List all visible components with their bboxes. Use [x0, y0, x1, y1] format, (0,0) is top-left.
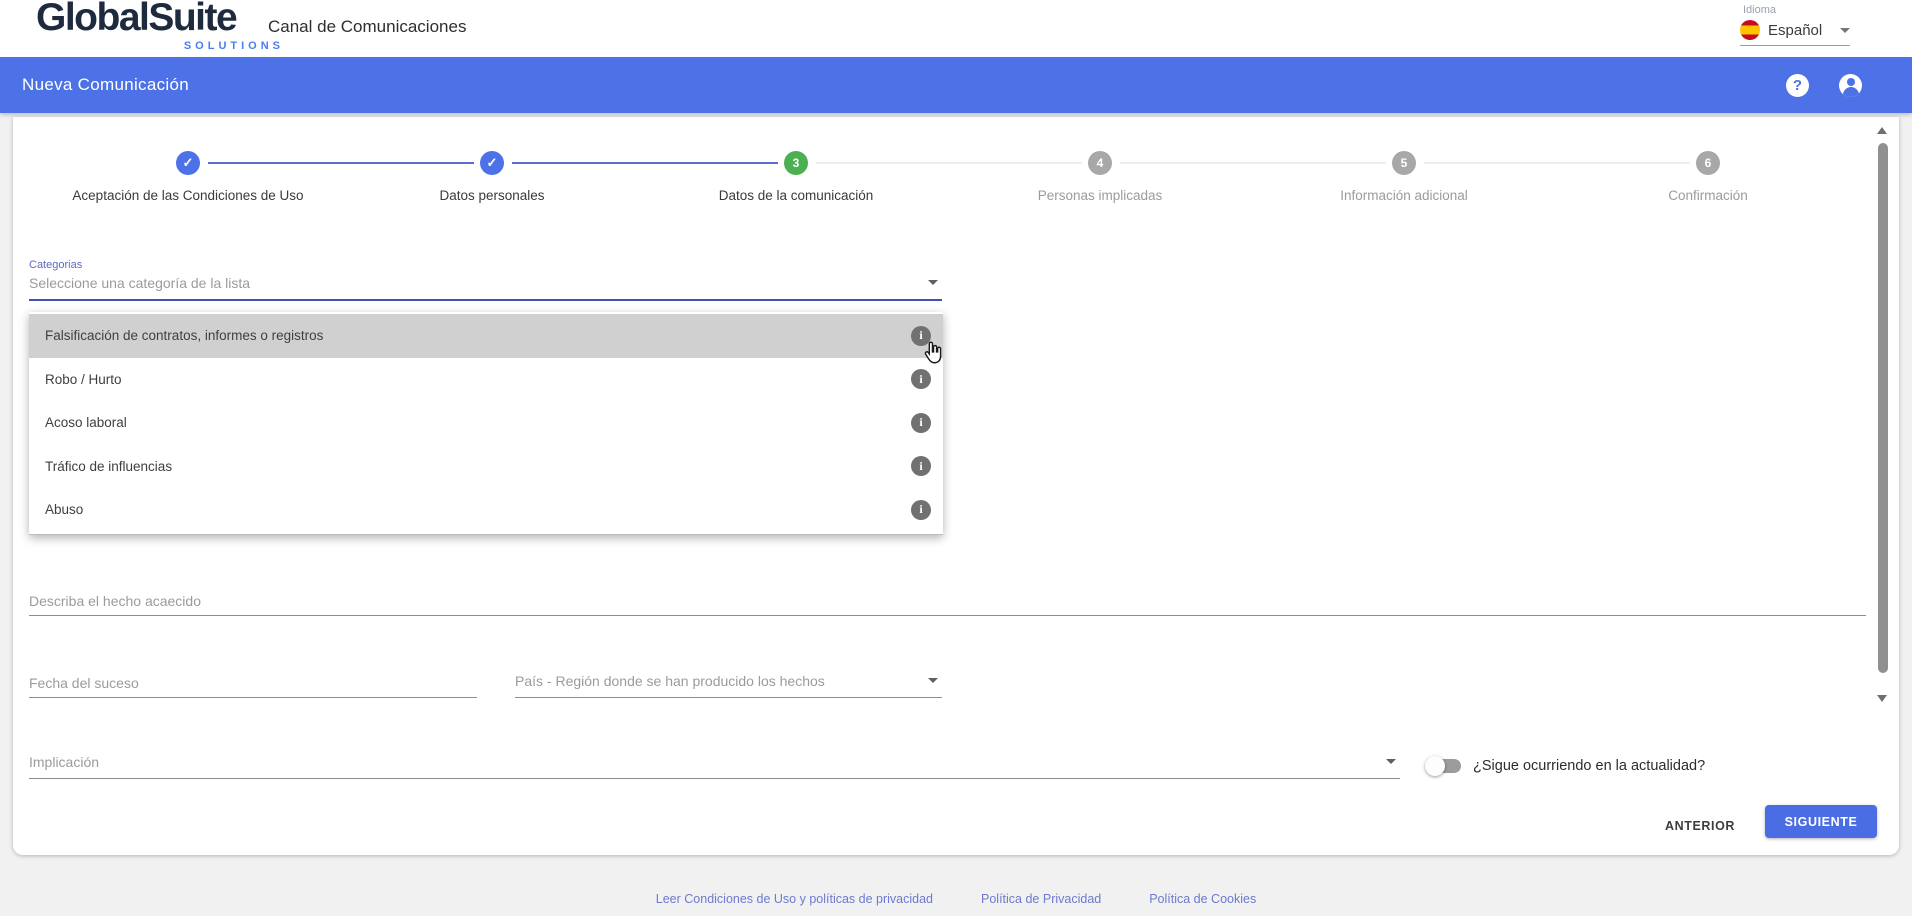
- dropdown-option-label: Robo / Hurto: [45, 372, 911, 387]
- account-body-shape: [1843, 87, 1859, 97]
- date-input[interactable]: [29, 675, 477, 698]
- next-button[interactable]: SIGUIENTE: [1765, 805, 1877, 838]
- info-glyph: i: [919, 328, 922, 343]
- stepper-connector-5: [1424, 162, 1690, 164]
- dropdown-option-robo[interactable]: Robo / Hurto i: [29, 358, 943, 402]
- step-6-circle[interactable]: 6: [1696, 151, 1720, 175]
- bottom-strip: [0, 916, 1912, 924]
- help-icon[interactable]: ?: [1786, 74, 1809, 97]
- spain-flag-icon: [1740, 20, 1760, 40]
- dropdown-option-label: Falsificación de contratos, informes o r…: [45, 328, 911, 343]
- implication-select[interactable]: Implicación: [29, 754, 1400, 779]
- categories-label: Categorias: [29, 259, 82, 271]
- implication-select-value: Implicación: [29, 754, 99, 770]
- account-icon[interactable]: [1839, 74, 1862, 97]
- step-4-number: 4: [1097, 156, 1104, 170]
- stepper-connector-4: [1120, 162, 1386, 164]
- step-1-label: Aceptación de las Condiciones de Uso: [38, 188, 338, 203]
- language-value: Español: [1768, 22, 1836, 39]
- scrollbar-thumb[interactable]: [1878, 143, 1888, 673]
- stepper-connector-1: [208, 162, 474, 164]
- step-4-circle[interactable]: 4: [1088, 151, 1112, 175]
- dropdown-arrow-icon[interactable]: [928, 678, 938, 683]
- chevron-down-icon[interactable]: [1840, 28, 1850, 33]
- scroll-up-icon[interactable]: [1877, 127, 1887, 134]
- still-happening-toggle[interactable]: [1425, 756, 1463, 776]
- categories-select-value: Seleccione una categoría de la lista: [29, 275, 250, 291]
- step-5-label: Información adicional: [1254, 188, 1554, 203]
- step-2-label: Datos personales: [342, 188, 642, 203]
- info-glyph: i: [919, 502, 922, 517]
- dropdown-arrow-icon[interactable]: [928, 280, 938, 285]
- info-glyph: i: [919, 415, 922, 430]
- info-glyph: i: [919, 459, 922, 474]
- scroll-down-icon[interactable]: [1877, 695, 1887, 702]
- step-6-label: Confirmación: [1558, 188, 1858, 203]
- footer: Leer Condiciones de Uso y políticas de p…: [0, 892, 1912, 906]
- page-title: Canal de Comunicaciones: [268, 17, 466, 37]
- info-icon[interactable]: i: [911, 326, 931, 346]
- check-icon: ✓: [183, 155, 194, 171]
- dropdown-option-falsificacion[interactable]: Falsificación de contratos, informes o r…: [29, 314, 943, 358]
- logo-text: GlobalSuite: [36, 0, 236, 40]
- wizard-card: ✓ Aceptación de las Condiciones de Uso ✓…: [13, 117, 1899, 855]
- dropdown-arrow-icon[interactable]: [1386, 759, 1396, 764]
- toolbar: Nueva Comunicación ?: [0, 57, 1912, 113]
- country-select-value: País - Región donde se han producido los…: [515, 673, 825, 689]
- step-1-circle[interactable]: ✓: [176, 151, 200, 175]
- info-icon[interactable]: i: [911, 413, 931, 433]
- step-2-circle[interactable]: ✓: [480, 151, 504, 175]
- footer-link-conditions[interactable]: Leer Condiciones de Uso y políticas de p…: [656, 892, 933, 906]
- account-head-shape: [1847, 78, 1855, 86]
- footer-link-privacy[interactable]: Política de Privacidad: [981, 892, 1101, 906]
- previous-button[interactable]: ANTERIOR: [1655, 812, 1745, 840]
- step-5-number: 5: [1401, 156, 1408, 170]
- dropdown-option-label: Tráfico de influencias: [45, 459, 911, 474]
- step-5-circle[interactable]: 5: [1392, 151, 1416, 175]
- help-glyph: ?: [1793, 78, 1802, 93]
- step-6-number: 6: [1705, 156, 1712, 170]
- globalsuite-logo: GlobalSuite SOLUTIONS: [36, 0, 266, 56]
- stepper-connector-3: [816, 162, 1082, 164]
- toggle-knob: [1425, 756, 1445, 776]
- dropdown-option-label: Abuso: [45, 502, 911, 517]
- dropdown-option-acoso[interactable]: Acoso laboral i: [29, 401, 943, 445]
- info-icon[interactable]: i: [911, 500, 931, 520]
- language-selector[interactable]: Idioma Español: [1740, 4, 1850, 46]
- step-3-number: 3: [793, 156, 800, 170]
- country-select[interactable]: País - Región donde se han producido los…: [515, 673, 942, 698]
- categories-select[interactable]: Seleccione una categoría de la lista: [29, 275, 942, 301]
- info-icon[interactable]: i: [911, 369, 931, 389]
- dropdown-option-trafico[interactable]: Tráfico de influencias i: [29, 445, 943, 489]
- categories-dropdown-panel: Falsificación de contratos, informes o r…: [29, 312, 943, 535]
- stepper-connector-2: [512, 162, 778, 164]
- language-label: Idioma: [1743, 4, 1850, 16]
- still-happening-label: ¿Sigue ocurriendo en la actualidad?: [1473, 758, 1705, 774]
- step-3-circle[interactable]: 3: [784, 151, 808, 175]
- info-icon[interactable]: i: [911, 456, 931, 476]
- step-4-label: Personas implicadas: [950, 188, 1250, 203]
- step-3-label: Datos de la comunicación: [646, 188, 946, 203]
- info-glyph: i: [919, 372, 922, 387]
- toolbar-title: Nueva Comunicación: [22, 75, 189, 95]
- dropdown-option-abuso[interactable]: Abuso i: [29, 488, 943, 532]
- dropdown-option-label: Acoso laboral: [45, 415, 911, 430]
- vertical-scrollbar[interactable]: [1877, 123, 1888, 715]
- app-header: GlobalSuite SOLUTIONS Canal de Comunicac…: [0, 0, 1912, 57]
- check-icon: ✓: [487, 155, 498, 171]
- logo-subtext: SOLUTIONS: [184, 40, 284, 52]
- description-input[interactable]: [29, 593, 1866, 616]
- footer-link-cookies[interactable]: Política de Cookies: [1149, 892, 1256, 906]
